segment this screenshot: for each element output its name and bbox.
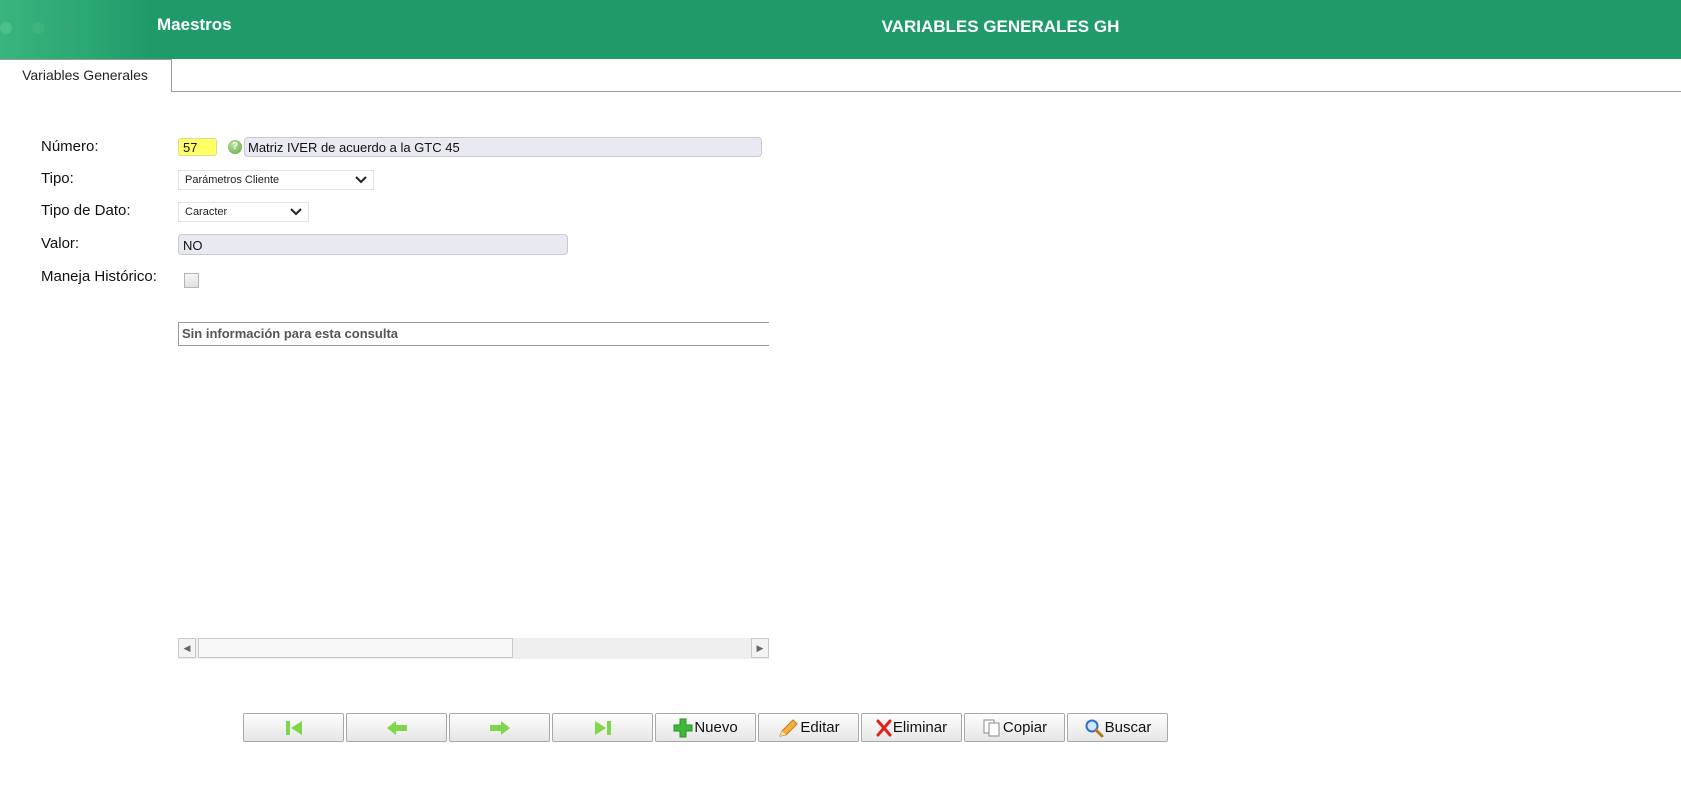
- first-record-button[interactable]: [243, 713, 344, 742]
- editar-button[interactable]: Editar: [758, 713, 859, 742]
- nuevo-button[interactable]: Nuevo: [655, 713, 756, 742]
- first-record-icon: [285, 720, 302, 735]
- scroll-right-icon[interactable]: ▶: [751, 638, 769, 658]
- help-icon[interactable]: ?: [228, 140, 242, 154]
- copiar-label: Copiar: [1002, 719, 1048, 736]
- tipo-select[interactable]: Parámetros Cliente: [178, 170, 374, 190]
- scroll-left-icon[interactable]: ◀: [178, 638, 196, 658]
- tab-bar: Variables Generales: [0, 59, 1681, 92]
- copy-icon: [983, 719, 1000, 736]
- tipo-select-value: Parámetros Cliente: [185, 174, 280, 186]
- plus-icon: [673, 718, 693, 737]
- buscar-label: Buscar: [1104, 719, 1152, 736]
- last-record-button[interactable]: [552, 713, 653, 742]
- page-title: VARIABLES GENERALES GH: [881, 17, 1120, 36]
- tab-divider: [172, 91, 1681, 92]
- search-icon: [1085, 719, 1104, 737]
- buscar-button[interactable]: Buscar: [1067, 713, 1168, 742]
- copiar-button[interactable]: Copiar: [964, 713, 1065, 742]
- eliminar-button[interactable]: Eliminar: [861, 713, 962, 742]
- numero-label: Número:: [41, 138, 99, 155]
- tipo-dato-select-value: Caracter: [185, 206, 228, 218]
- numero-input[interactable]: 57: [178, 138, 217, 156]
- tipo-dato-select[interactable]: Caracter: [178, 202, 309, 222]
- history-grid: Sin información para esta consulta: [178, 322, 769, 346]
- tipo-dato-label: Tipo de Dato:: [41, 202, 131, 219]
- historico-label: Maneja Histórico:: [41, 268, 157, 285]
- previous-record-button[interactable]: [346, 713, 447, 742]
- delete-x-icon: [876, 719, 892, 736]
- grid-empty-message: Sin información para esta consulta: [182, 326, 398, 341]
- eliminar-label: Eliminar: [892, 719, 948, 736]
- historico-checkbox[interactable]: [184, 273, 199, 288]
- valor-label: Valor:: [41, 235, 80, 252]
- next-record-icon: [489, 720, 510, 735]
- chevron-down-icon: [355, 176, 367, 184]
- valor-input[interactable]: NO: [178, 234, 568, 255]
- editar-label: Editar: [800, 719, 840, 736]
- last-record-icon: [594, 720, 611, 735]
- next-record-button[interactable]: [449, 713, 550, 742]
- tab-variables-generales[interactable]: Variables Generales: [0, 59, 172, 92]
- numero-description-field[interactable]: Matriz IVER de acuerdo a la GTC 45: [244, 137, 762, 157]
- pencil-icon: [779, 718, 799, 737]
- top-bar: Maestros VARIABLES GENERALES GH: [0, 0, 1681, 59]
- nuevo-label: Nuevo: [694, 719, 738, 736]
- tipo-label: Tipo:: [41, 170, 74, 187]
- grid-scrollbar[interactable]: ◀ ▶: [178, 638, 769, 659]
- previous-record-icon: [386, 720, 407, 735]
- chevron-down-icon: [290, 208, 302, 216]
- scrollbar-thumb[interactable]: [198, 638, 513, 658]
